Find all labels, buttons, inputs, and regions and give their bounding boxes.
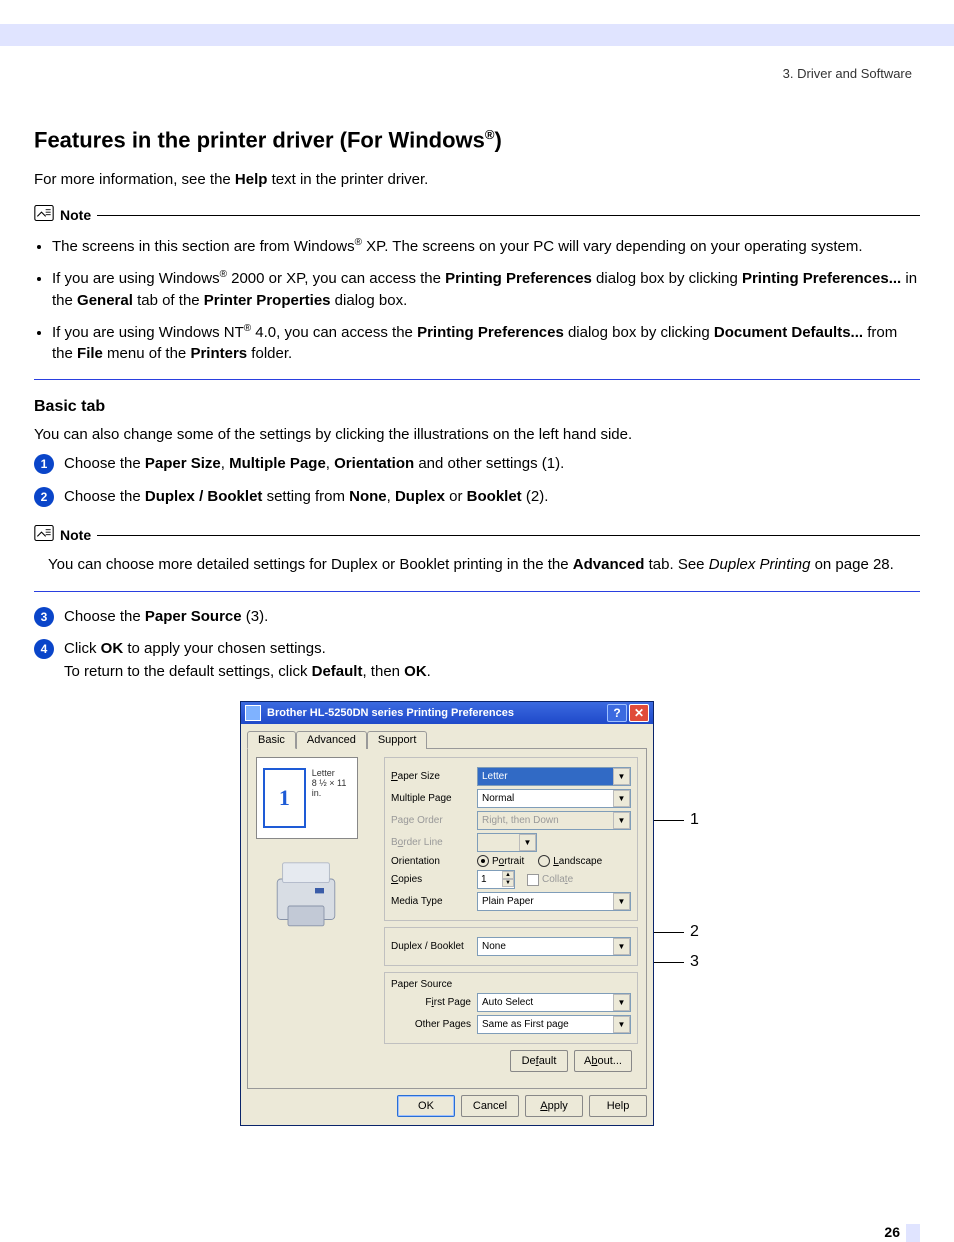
note-body-2: You can choose more detailed settings fo…: [48, 554, 920, 577]
border-line-select: ▼: [477, 833, 537, 852]
dropdown-arrow-icon: ▼: [613, 812, 630, 829]
media-type-label: Media Type: [391, 896, 471, 907]
paper-source-label: Paper Source: [391, 979, 631, 990]
portrait-radio[interactable]: Portrait: [477, 855, 524, 867]
section-divider: [34, 379, 920, 380]
other-pages-select[interactable]: Same as First page▼: [477, 1015, 631, 1034]
step-item-4: 4 Click OK to apply your chosen settings…: [34, 638, 920, 683]
dropdown-arrow-icon: ▼: [613, 893, 630, 910]
duplex-label: Duplex / Booklet: [391, 941, 471, 952]
note-header-2: Note: [34, 524, 920, 546]
intro-text: For more information, see the Help text …: [34, 171, 920, 188]
note-item: If you are using Windows NT® 4.0, you ca…: [52, 322, 920, 366]
callout-2: 2: [690, 923, 699, 941]
paper-size-label: Paper Size: [391, 771, 471, 782]
dropdown-arrow-icon: ▼: [613, 768, 630, 785]
titlebar-close-button[interactable]: ✕: [629, 704, 649, 722]
page-number: 26: [0, 1224, 920, 1242]
step-text: Choose the Paper Size, Multiple Page, Or…: [64, 453, 564, 476]
step-badge: 3: [34, 607, 54, 627]
tab-advanced[interactable]: Advanced: [296, 731, 367, 749]
step-badge: 1: [34, 454, 54, 474]
note-item: If you are using Windows® 2000 or XP, yo…: [52, 268, 920, 312]
tab-support[interactable]: Support: [367, 731, 428, 749]
multiple-page-label: Multiple Page: [391, 793, 471, 804]
page-order-label: Page Order: [391, 815, 471, 826]
media-type-select[interactable]: Plain Paper▼: [477, 892, 631, 911]
dropdown-arrow-icon: ▼: [613, 938, 630, 955]
app-icon: [245, 705, 261, 721]
checkbox-icon: [527, 874, 539, 886]
duplex-select[interactable]: None▼: [477, 937, 631, 956]
note-icon: [34, 524, 54, 546]
step-badge: 2: [34, 487, 54, 507]
printing-preferences-dialog: Brother HL-5250DN series Printing Prefer…: [240, 701, 654, 1126]
preview-sheet: 1: [263, 768, 306, 828]
copies-label: Copies: [391, 874, 471, 885]
ok-button[interactable]: OK: [397, 1095, 455, 1117]
basic-tab-heading: Basic tab: [34, 398, 920, 416]
step-text: Choose the Duplex / Booklet setting from…: [64, 486, 548, 509]
preview-meta: Letter 8 ½ × 11 in.: [312, 768, 357, 838]
border-line-label: Border Line: [391, 837, 471, 848]
titlebar-help-button[interactable]: ?: [607, 704, 627, 722]
step-item-2: 2 Choose the Duplex / Booklet setting fr…: [34, 486, 920, 509]
default-button[interactable]: Default: [510, 1050, 568, 1072]
spinner-arrows-icon: ▲▼: [502, 871, 514, 886]
dialog-tabs: Basic Advanced Support: [241, 724, 653, 748]
page-order-select: Right, then Down▼: [477, 811, 631, 830]
note-header-1: Note: [34, 204, 920, 226]
step-item-3: 3 Choose the Paper Source (3).: [34, 606, 920, 629]
about-button[interactable]: About...: [574, 1050, 632, 1072]
step-text: Click OK to apply your chosen settings.T…: [64, 638, 431, 683]
multiple-page-select[interactable]: Normal▼: [477, 789, 631, 808]
dropdown-arrow-icon: ▼: [613, 1016, 630, 1033]
basic-tab-subtext: You can also change some of the settings…: [34, 426, 920, 443]
orientation-label: Orientation: [391, 856, 471, 867]
tab-basic[interactable]: Basic: [247, 731, 296, 749]
first-page-label: First Page: [391, 997, 471, 1008]
copies-spinner[interactable]: 1▲▼: [477, 870, 515, 889]
callout-1: 1: [690, 811, 699, 829]
breadcrumb: 3. Driver and Software: [0, 66, 912, 81]
dropdown-arrow-icon: ▼: [613, 790, 630, 807]
apply-button[interactable]: Apply: [525, 1095, 583, 1117]
dialog-title: Brother HL-5250DN series Printing Prefer…: [267, 707, 605, 719]
help-button[interactable]: Help: [589, 1095, 647, 1117]
dropdown-arrow-icon: ▼: [519, 834, 536, 851]
collate-checkbox: Collate: [527, 874, 573, 886]
dialog-titlebar: Brother HL-5250DN series Printing Prefer…: [241, 702, 653, 724]
step-badge: 4: [34, 639, 54, 659]
page-tab-accent: [906, 1224, 920, 1242]
radio-icon: [538, 855, 550, 867]
note-rule: [97, 215, 920, 216]
cancel-button[interactable]: Cancel: [461, 1095, 519, 1117]
paper-size-select[interactable]: Letter▼: [477, 767, 631, 786]
note-label: Note: [60, 527, 91, 543]
page-preview[interactable]: 1 Letter 8 ½ × 11 in.: [256, 757, 358, 839]
page-title: Features in the printer driver (For Wind…: [34, 127, 920, 153]
callout-column: 1 2 3: [654, 701, 714, 1126]
landscape-radio[interactable]: Landscape: [538, 855, 602, 867]
title-post: ): [494, 127, 501, 152]
radio-icon: [477, 855, 489, 867]
note-icon: [34, 204, 54, 226]
note-item: The screens in this section are from Win…: [52, 236, 920, 258]
note-list-1: The screens in this section are from Win…: [52, 236, 920, 365]
other-pages-label: Other Pages: [391, 1019, 471, 1030]
printer-illustration[interactable]: [256, 847, 356, 947]
title-pre: Features in the printer driver (For Wind…: [34, 127, 485, 152]
first-page-select[interactable]: Auto Select▼: [477, 993, 631, 1012]
section-divider: [34, 591, 920, 592]
note-label: Note: [60, 207, 91, 223]
callout-3: 3: [690, 953, 699, 971]
dropdown-arrow-icon: ▼: [613, 994, 630, 1011]
note-rule: [97, 535, 920, 536]
top-accent-bar: [0, 24, 954, 46]
step-text: Choose the Paper Source (3).: [64, 606, 268, 629]
step-item-1: 1 Choose the Paper Size, Multiple Page, …: [34, 453, 920, 476]
